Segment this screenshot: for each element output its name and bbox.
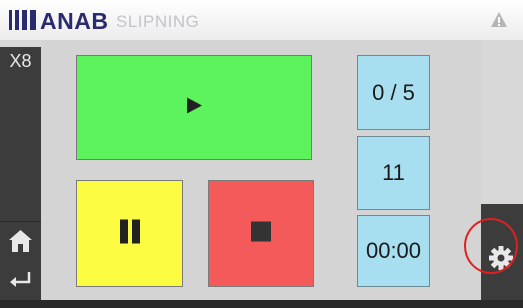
stop-icon — [251, 221, 271, 246]
pause-icon — [119, 218, 141, 249]
back-icon[interactable] — [8, 270, 33, 297]
left-sidebar: X8 — [0, 47, 41, 300]
number-display: 11 — [357, 136, 430, 210]
stop-button[interactable] — [208, 180, 314, 287]
play-icon — [185, 96, 203, 119]
brand-name: ANAB — [40, 8, 109, 34]
page-subtitle: SLIPNING — [116, 12, 200, 31]
header-bar: ANAB SLIPNING — [0, 0, 523, 40]
bottom-bar — [0, 300, 523, 308]
count-display: 0 / 5 — [357, 55, 430, 130]
sidebar-divider — [0, 221, 41, 222]
play-button[interactable] — [76, 55, 312, 160]
warning-icon[interactable] — [490, 11, 508, 33]
home-icon[interactable] — [8, 229, 33, 258]
multiplier-label[interactable]: X8 — [0, 51, 41, 72]
settings-highlight-ring — [464, 218, 518, 274]
time-display: 00:00 — [357, 215, 430, 287]
pause-button[interactable] — [76, 180, 183, 287]
